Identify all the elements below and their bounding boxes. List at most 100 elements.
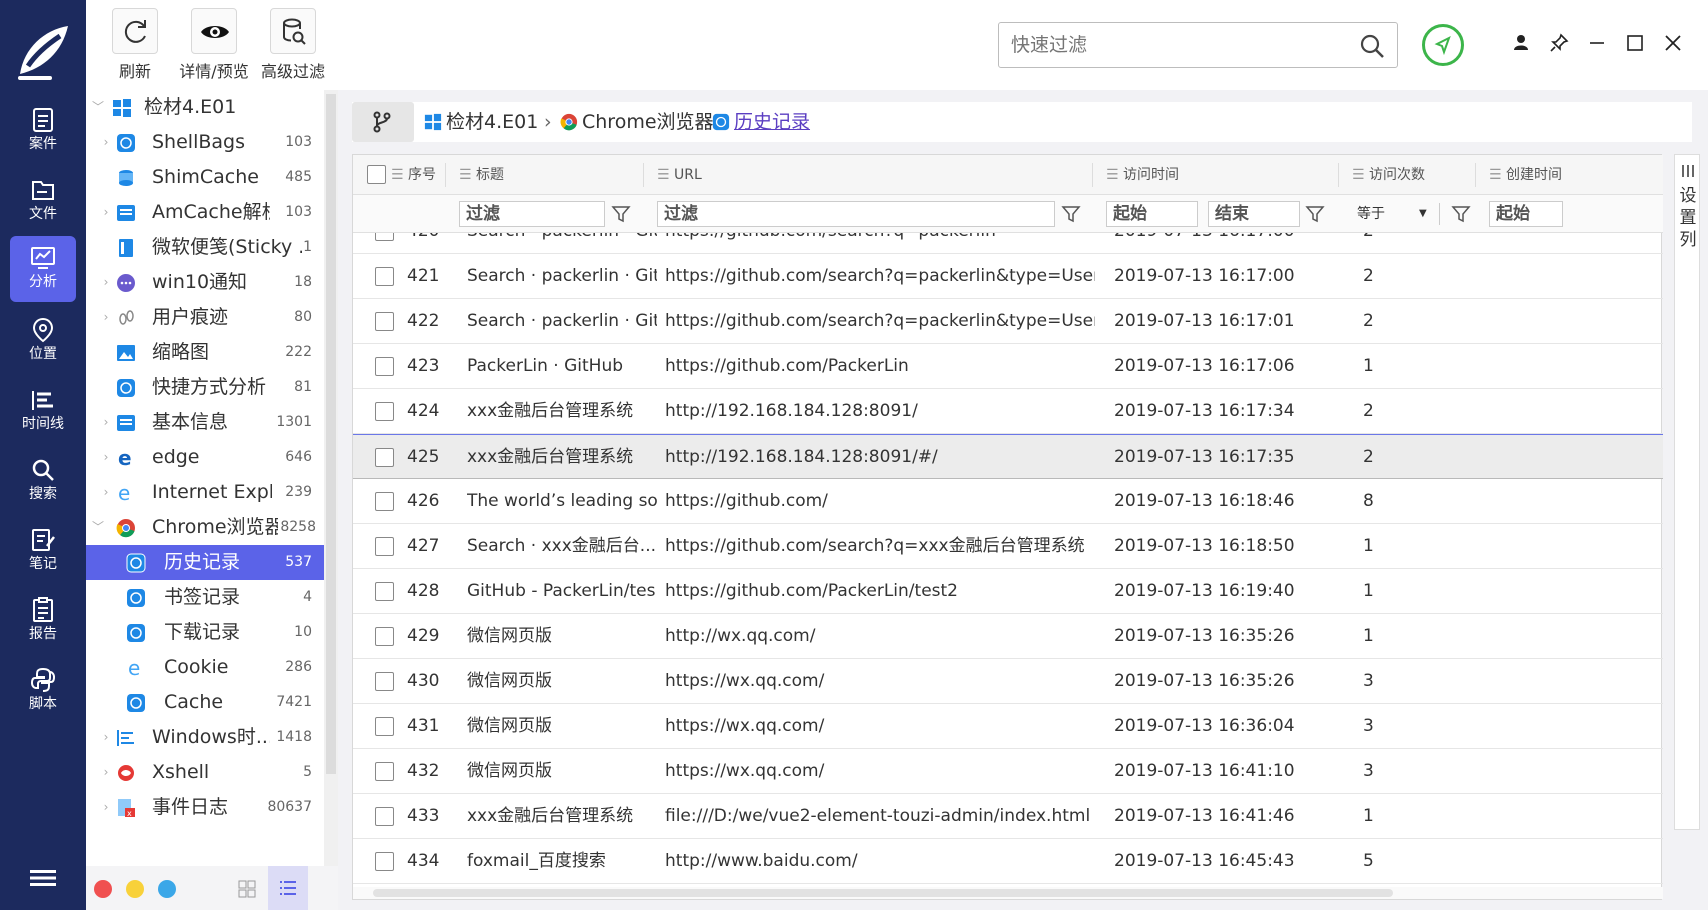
table-row[interactable]: 423 PackerLin · GitHub https://github.co… [353, 344, 1663, 389]
chevron-right-icon[interactable]: › [100, 405, 112, 440]
table-row[interactable]: 430 微信网页版 https://wx.qq.com/ 2019-07-13 … [353, 659, 1663, 704]
chevron-down-icon[interactable]: ﹀ [92, 90, 104, 125]
tree-item-bookmarks[interactable]: 书签记录 4 [86, 580, 324, 615]
chevron-right-icon[interactable]: › [100, 195, 112, 230]
chevron-right-icon[interactable]: › [100, 125, 112, 160]
table-row[interactable]: 426 The world’s leading so... https://gi… [353, 479, 1663, 524]
table-row[interactable]: 428 GitHub - PackerLin/tes... https://gi… [353, 569, 1663, 614]
filter-icon[interactable] [1061, 204, 1081, 224]
user-icon[interactable] [1508, 30, 1534, 56]
nav-files[interactable]: 文件 [10, 168, 76, 234]
chevron-down-icon[interactable]: ﹀ [92, 510, 104, 545]
tree-item-thumbnails[interactable]: 缩略图 222 [86, 335, 324, 370]
row-checkbox[interactable] [375, 582, 394, 601]
tree-item-shortcuts[interactable]: 快捷方式分析 81 [86, 370, 324, 405]
filter-icon[interactable] [611, 204, 631, 224]
title-filter-input[interactable]: 过滤 [459, 201, 605, 227]
quick-filter-input[interactable] [1011, 23, 1341, 67]
pin-icon[interactable] [1546, 30, 1572, 56]
table-row[interactable]: 434 foxmail_百度搜索 http://www.baidu.com/ 2… [353, 839, 1663, 884]
tree-item-user-traces[interactable]: › 用户痕迹 80 [86, 300, 324, 335]
tree-item-chrome[interactable]: ﹀ Chrome浏览器 8258 [86, 510, 324, 545]
row-checkbox[interactable] [375, 267, 394, 286]
chevron-right-icon[interactable]: › [100, 720, 112, 755]
nav-location[interactable]: 位置 [10, 308, 76, 374]
yellow-dot[interactable] [126, 880, 144, 898]
row-checkbox[interactable] [375, 492, 394, 511]
tree-item-cache[interactable]: Cache 7421 [86, 685, 324, 720]
nav-analysis[interactable]: 分析 [10, 236, 76, 302]
table-row[interactable]: 432 微信网页版 https://wx.qq.com/ 2019-07-13 … [353, 749, 1663, 794]
tree-item-ie[interactable]: › e Internet Expl... 239 [86, 475, 324, 510]
row-checkbox[interactable] [375, 807, 394, 826]
tree-item-shimcache[interactable]: ShimCache 485 [86, 160, 324, 195]
table-row-selected[interactable]: 425 xxx金融后台管理系统 http://192.168.184.128:8… [353, 434, 1663, 479]
row-checkbox[interactable] [375, 233, 394, 241]
nav-timeline[interactable]: 时间线 [10, 378, 76, 444]
tree-item-event-log[interactable]: › x 事件日志 80637 [86, 790, 324, 825]
column-title[interactable]: ☰ 标题 [459, 155, 504, 195]
column-divider[interactable] [1338, 163, 1339, 187]
table-row[interactable]: 422 Search · packerlin · Git... https://… [353, 299, 1663, 344]
breadcrumb-root[interactable]: 检材4.E01 [446, 102, 538, 142]
table-row[interactable]: 431 微信网页版 https://wx.qq.com/ 2019-07-13 … [353, 704, 1663, 749]
table-row[interactable]: 420 Search · packerlin · Git... https://… [353, 233, 1663, 254]
tree-item-windows-timeline[interactable]: › Windows时... 1418 [86, 720, 324, 755]
red-dot[interactable] [94, 880, 112, 898]
nav-notes[interactable]: 笔记 [10, 518, 76, 584]
list-view-button[interactable] [268, 866, 308, 910]
row-checkbox[interactable] [375, 402, 394, 421]
column-seq[interactable]: ☰ 序号 [391, 155, 436, 195]
select-all-checkbox[interactable] [367, 165, 386, 184]
column-divider[interactable] [1092, 163, 1093, 187]
table-row[interactable]: 433 xxx金融后台管理系统 file:///D:/we/vue2-eleme… [353, 794, 1663, 839]
tree-item-shellbags[interactable]: › ShellBags 103 [86, 125, 324, 160]
grid-view-icon[interactable] [238, 880, 256, 898]
created-start-filter[interactable]: 起始 [1489, 201, 1563, 227]
breadcrumb-browser[interactable]: Chrome浏览器 [582, 102, 714, 142]
nav-case[interactable]: 案件 [10, 98, 76, 164]
table-row[interactable]: 429 微信网页版 http://wx.qq.com/ 2019-07-13 1… [353, 614, 1663, 659]
column-divider[interactable] [445, 163, 446, 187]
breadcrumb-current[interactable]: 历史记录 [734, 102, 810, 142]
tree-item-edge[interactable]: › e edge 646 [86, 440, 324, 475]
column-visit-time[interactable]: ☰ 访问时间 [1106, 155, 1179, 195]
tree-item-amcache[interactable]: › AmCache解析 103 [86, 195, 324, 230]
row-checkbox[interactable] [375, 717, 394, 736]
chevron-right-icon[interactable]: › [100, 475, 112, 510]
chevron-right-icon[interactable]: › [100, 755, 112, 790]
url-filter-input[interactable]: 过滤 [657, 201, 1055, 227]
tree-item-history[interactable]: 历史记录 537 [86, 545, 324, 580]
tree-scrollbar-thumb[interactable] [326, 94, 336, 774]
maximize-icon[interactable] [1622, 30, 1648, 56]
tree-item-cookie[interactable]: e Cookie 286 [86, 650, 324, 685]
column-divider[interactable] [643, 163, 644, 187]
column-visit-count[interactable]: ☰ 访问次数 [1352, 155, 1425, 195]
tree-item-sticky-notes[interactable]: 微软便笺(Sticky ... 1 [86, 230, 324, 265]
refresh-button[interactable]: 刷新 [112, 8, 158, 82]
tree-root[interactable]: ﹀ 检材4.E01 [86, 90, 324, 125]
row-checkbox[interactable] [375, 627, 394, 646]
tree-scrollbar[interactable] [324, 90, 338, 910]
tree-item-xshell[interactable]: › Xshell 5 [86, 755, 324, 790]
send-action-button[interactable] [1422, 24, 1464, 66]
hamburger-menu-icon[interactable] [30, 868, 56, 888]
advanced-filter-button[interactable]: 高级过滤 [256, 8, 330, 82]
row-checkbox[interactable] [375, 672, 394, 691]
branch-button[interactable] [352, 102, 414, 142]
row-checkbox[interactable] [375, 448, 394, 467]
horizontal-scrollbar[interactable] [353, 887, 1663, 899]
tree-item-win10-notify[interactable]: › win10通知 18 [86, 265, 324, 300]
chevron-right-icon[interactable]: › [100, 440, 112, 475]
horizontal-scrollbar-thumb[interactable] [373, 889, 1393, 897]
row-checkbox[interactable] [375, 762, 394, 781]
filter-icon[interactable] [1451, 204, 1471, 224]
blue-dot[interactable] [158, 880, 176, 898]
column-divider[interactable] [1475, 163, 1476, 187]
table-row[interactable]: 427 Search · xxx金融后台... https://github.c… [353, 524, 1663, 569]
column-url[interactable]: ☰ URL [657, 155, 702, 195]
tree-item-basic-info[interactable]: › 基本信息 1301 [86, 405, 324, 440]
row-checkbox[interactable] [375, 357, 394, 376]
table-row[interactable]: 424 xxx金融后台管理系统 http://192.168.184.128:8… [353, 389, 1663, 434]
search-icon[interactable] [1359, 33, 1385, 59]
